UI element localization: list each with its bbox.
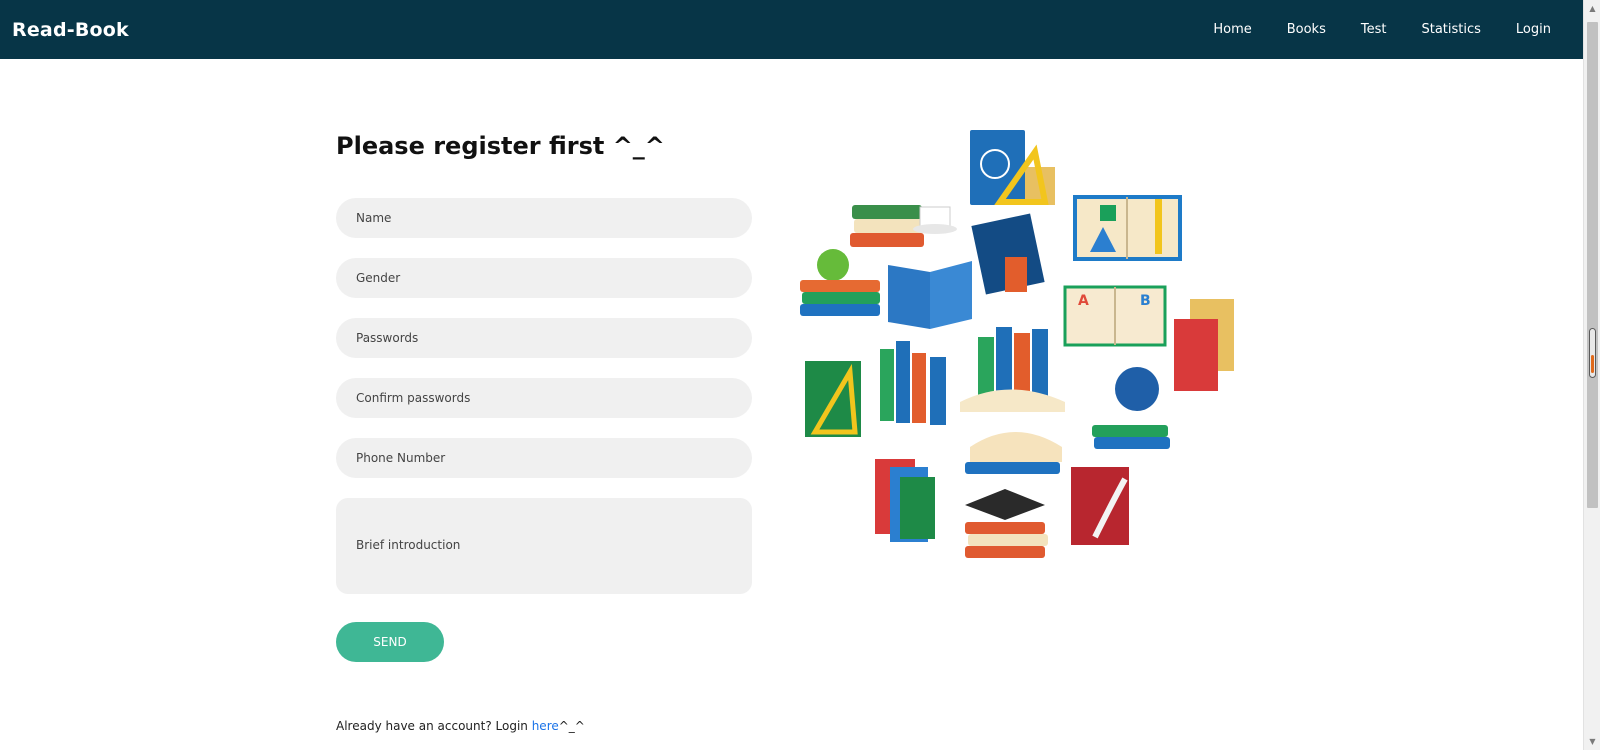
gender-input[interactable] xyxy=(336,258,752,298)
open-notebook-icon xyxy=(965,432,1062,474)
confirm-password-input[interactable] xyxy=(336,378,752,418)
nav-test[interactable]: Test xyxy=(1361,22,1387,37)
abc-open-book-icon: A B xyxy=(1063,285,1167,347)
reading-book-icon xyxy=(888,261,972,329)
phone-input[interactable] xyxy=(336,438,752,478)
introduction-textarea[interactable] xyxy=(336,498,752,594)
svg-text:A: A xyxy=(1078,293,1089,309)
svg-text:B: B xyxy=(1140,293,1151,309)
site-logo[interactable]: Read-Book xyxy=(12,19,129,41)
scroll-thumb[interactable] xyxy=(1587,22,1598,508)
scroll-up-icon[interactable]: ▲ xyxy=(1584,0,1600,17)
page-title: Please register first ^_^ xyxy=(336,132,665,160)
standing-books-icon xyxy=(880,341,946,425)
coffee-books-icon xyxy=(850,205,957,247)
pencil-book-icon xyxy=(971,213,1045,295)
scroll-down-icon[interactable]: ▼ xyxy=(1584,733,1600,750)
login-prompt-suffix: ^_^ xyxy=(558,719,585,733)
main-nav: Home Books Test Statistics Login xyxy=(1178,0,1571,59)
geometry-book-icon xyxy=(805,361,861,437)
vertical-scrollbar[interactable]: ▲ ▼ xyxy=(1583,0,1600,750)
password-input[interactable] xyxy=(336,318,752,358)
nav-books[interactable]: Books xyxy=(1287,22,1326,37)
login-prompt: Already have an account? Login here^_^ xyxy=(336,719,585,733)
library-books-icon xyxy=(960,327,1065,412)
open-book-icon xyxy=(1073,195,1182,261)
nav-login[interactable]: Login xyxy=(1516,22,1551,37)
graduation-cap-icon xyxy=(965,489,1048,558)
scroll-marker xyxy=(1589,328,1596,378)
abc-book-icon xyxy=(1174,299,1234,391)
nav-statistics[interactable]: Statistics xyxy=(1421,22,1480,37)
colored-books-icon xyxy=(875,459,935,542)
login-prompt-text: Already have an account? Login xyxy=(336,719,532,733)
name-input[interactable] xyxy=(336,198,752,238)
login-here-link[interactable]: here xyxy=(532,719,559,733)
apple-books-icon xyxy=(800,249,880,316)
send-button[interactable]: SEND xyxy=(336,622,444,662)
books-illustration: A B xyxy=(800,130,1234,558)
nav-home[interactable]: Home xyxy=(1213,22,1251,37)
science-book-icon xyxy=(970,130,1055,205)
top-navbar: Read-Book Home Books Test Statistics Log… xyxy=(0,0,1583,59)
globe-books-icon xyxy=(1092,367,1170,449)
feather-book-icon xyxy=(1071,467,1129,545)
